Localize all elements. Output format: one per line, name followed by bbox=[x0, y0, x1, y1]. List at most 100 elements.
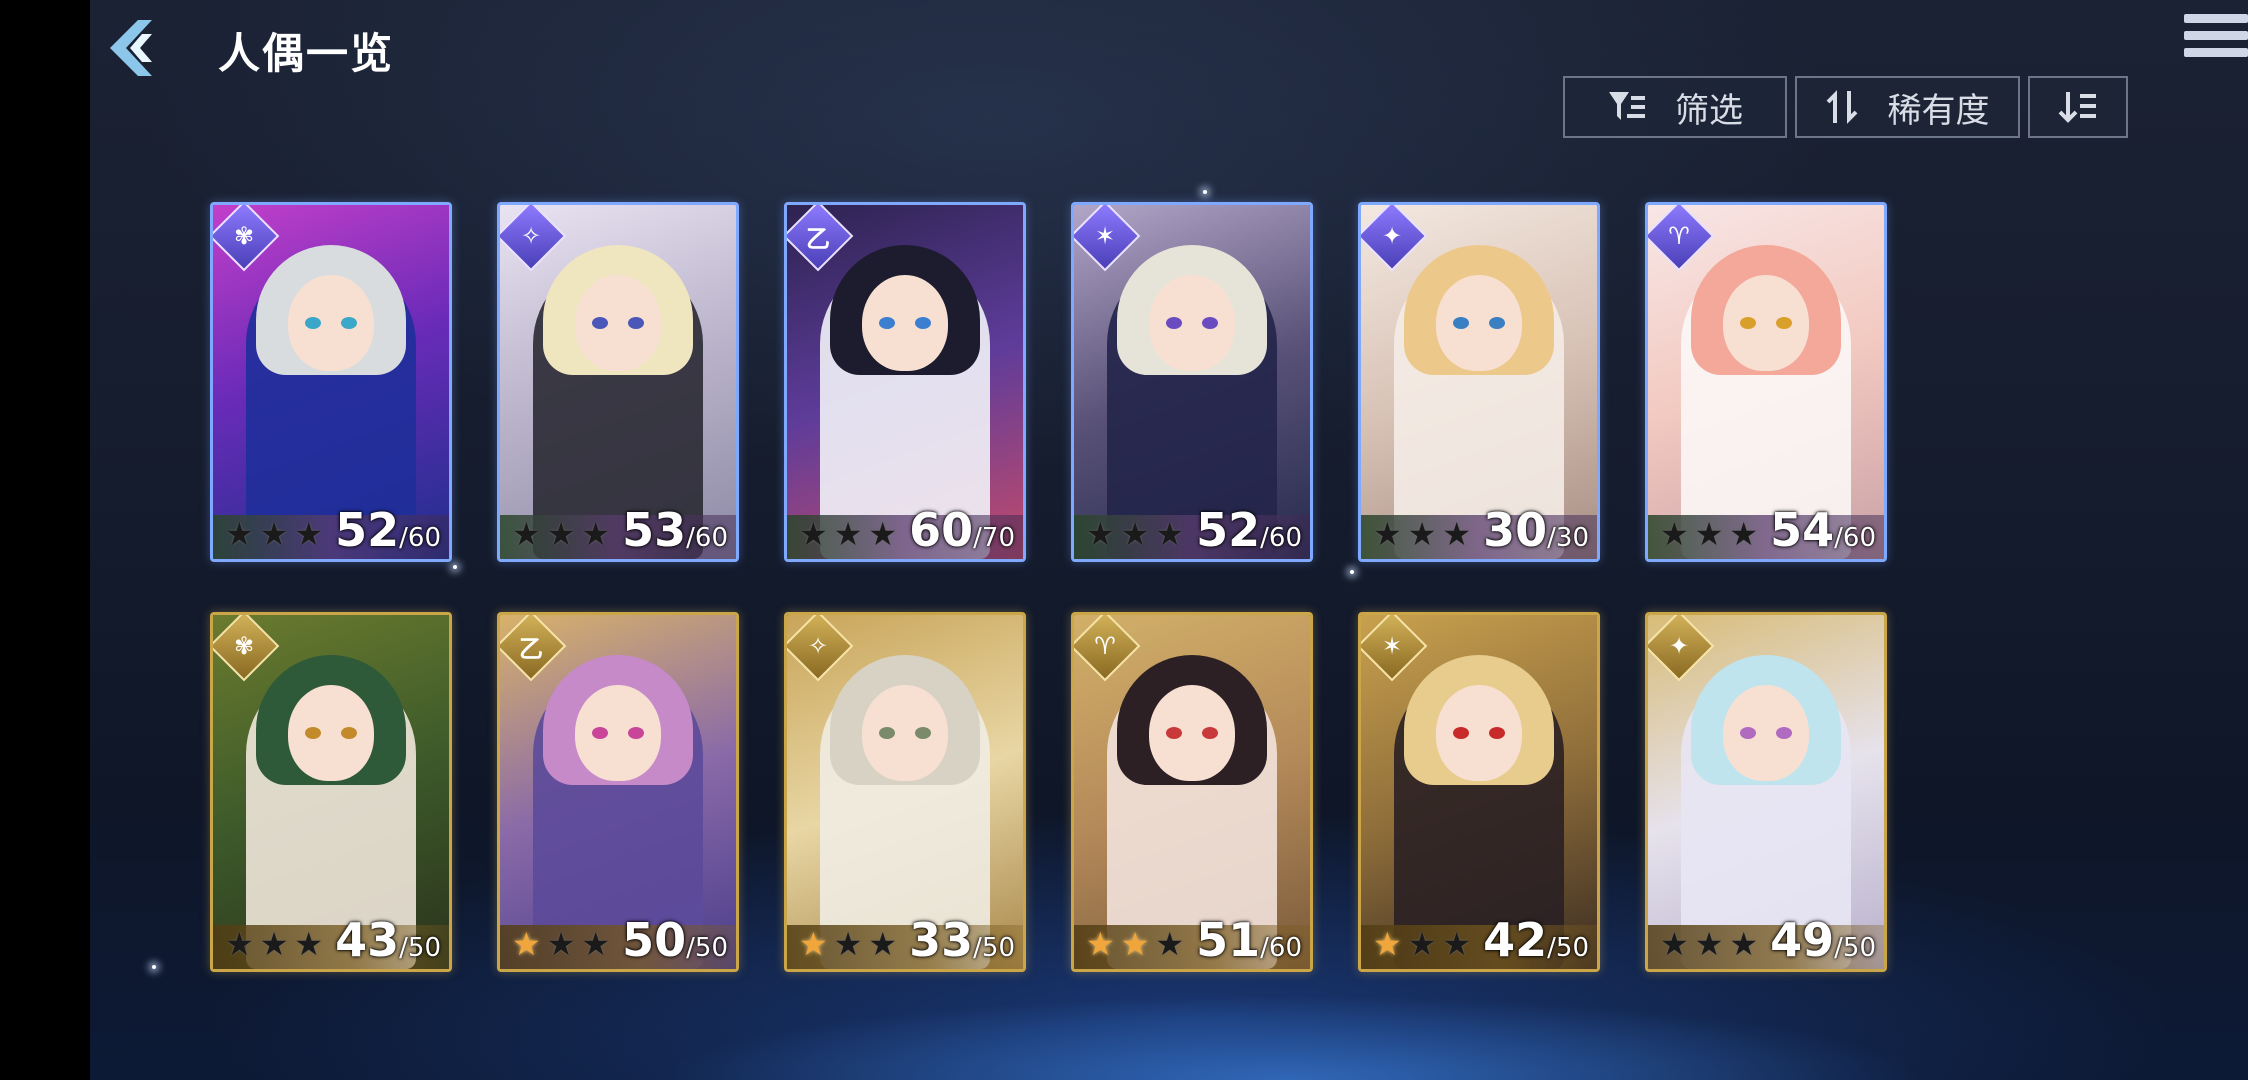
star-icon: ★ bbox=[833, 515, 869, 553]
star-icon: ★ bbox=[1120, 925, 1156, 963]
max-level: 60 bbox=[694, 523, 728, 553]
star-icon: ★ bbox=[512, 515, 547, 553]
star-icon: ★ bbox=[799, 515, 834, 553]
doll-card[interactable]: ✧ ★★★ 53/60 bbox=[497, 202, 739, 562]
star-rating: ★★★ bbox=[1373, 925, 1477, 963]
current-level: 52 bbox=[1196, 503, 1261, 557]
max-level: 30 bbox=[1555, 523, 1589, 553]
sparkle-effect bbox=[453, 565, 457, 569]
level-display: 52/60 bbox=[1196, 503, 1302, 557]
star-icon: ★ bbox=[225, 515, 260, 553]
level-display: 43/50 bbox=[335, 913, 441, 967]
current-level: 52 bbox=[335, 503, 400, 557]
star-icon: ★ bbox=[1660, 925, 1695, 963]
page-title: 人偶一览 bbox=[218, 29, 395, 78]
max-level: 50 bbox=[694, 933, 728, 963]
star-rating: ★★★ bbox=[512, 515, 616, 553]
star-icon: ★ bbox=[259, 925, 295, 963]
star-icon: ★ bbox=[1086, 925, 1121, 963]
current-level: 49 bbox=[1770, 913, 1835, 967]
star-icon: ★ bbox=[1373, 925, 1408, 963]
star-icon: ★ bbox=[1120, 515, 1156, 553]
star-rating: ★★★ bbox=[1373, 515, 1477, 553]
star-rating: ★★★ bbox=[225, 925, 329, 963]
level-display: 30/30 bbox=[1483, 503, 1589, 557]
star-rating: ★★★ bbox=[225, 515, 329, 553]
current-level: 51 bbox=[1196, 913, 1261, 967]
back-button[interactable] bbox=[98, 12, 170, 84]
sort-order-button[interactable] bbox=[2028, 76, 2128, 138]
level-display: 49/50 bbox=[1770, 913, 1876, 967]
doll-card[interactable]: ✶ ★★★ 52/60 bbox=[1071, 202, 1313, 562]
back-arrow-icon bbox=[110, 20, 152, 76]
sparkle-effect bbox=[1350, 570, 1354, 574]
sort-rarity-button[interactable]: 稀有度 bbox=[1795, 76, 2020, 138]
menu-line bbox=[2184, 14, 2248, 23]
max-level: 70 bbox=[981, 523, 1015, 553]
doll-card[interactable]: ✧ ★★★ 33/50 bbox=[784, 612, 1026, 972]
level-display: 42/50 bbox=[1483, 913, 1589, 967]
max-level: 50 bbox=[1842, 933, 1876, 963]
game-screen: 人偶一览 筛选 稀有度 ✾ ★★★ 52/60 ✧ ★★★ 53/60 乙 ★★★ 60/70 bbox=[90, 0, 2248, 1080]
star-rating: ★★★ bbox=[512, 925, 616, 963]
level-display: 51/60 bbox=[1196, 913, 1302, 967]
menu-line bbox=[2184, 48, 2248, 57]
max-level: 60 bbox=[1268, 933, 1302, 963]
menu-line bbox=[2184, 31, 2248, 40]
star-rating: ★★★ bbox=[799, 925, 903, 963]
star-icon: ★ bbox=[581, 925, 617, 963]
doll-card[interactable]: ✦ ★★★ 49/50 bbox=[1645, 612, 1887, 972]
max-level: 60 bbox=[1268, 523, 1302, 553]
star-icon: ★ bbox=[1729, 925, 1765, 963]
star-rating: ★★★ bbox=[1660, 515, 1764, 553]
current-level: 42 bbox=[1483, 913, 1548, 967]
star-icon: ★ bbox=[1086, 515, 1121, 553]
current-level: 43 bbox=[335, 913, 400, 967]
level-display: 54/60 bbox=[1770, 503, 1876, 557]
sparkle-effect bbox=[152, 965, 156, 969]
star-icon: ★ bbox=[868, 515, 904, 553]
level-display: 33/50 bbox=[909, 913, 1015, 967]
level-display: 60/70 bbox=[909, 503, 1015, 557]
sparkle-effect bbox=[1203, 190, 1207, 194]
star-icon: ★ bbox=[1407, 515, 1443, 553]
star-icon: ★ bbox=[1729, 515, 1765, 553]
star-icon: ★ bbox=[1442, 925, 1478, 963]
star-icon: ★ bbox=[1660, 515, 1695, 553]
star-icon: ★ bbox=[546, 515, 582, 553]
doll-card[interactable]: 乙 ★★★ 50/50 bbox=[497, 612, 739, 972]
star-rating: ★★★ bbox=[1086, 925, 1190, 963]
max-level: 50 bbox=[407, 933, 441, 963]
star-icon: ★ bbox=[259, 515, 295, 553]
doll-card[interactable]: 乙 ★★★ 60/70 bbox=[784, 202, 1026, 562]
current-level: 33 bbox=[909, 913, 974, 967]
filter-button[interactable]: 筛选 bbox=[1563, 76, 1787, 138]
star-icon: ★ bbox=[799, 925, 834, 963]
sort-descending-icon bbox=[2058, 92, 2096, 123]
doll-card[interactable]: ♈ ★★★ 51/60 bbox=[1071, 612, 1313, 972]
doll-card[interactable]: ✾ ★★★ 43/50 bbox=[210, 612, 452, 972]
level-display: 52/60 bbox=[335, 503, 441, 557]
doll-card[interactable]: ✾ ★★★ 52/60 bbox=[210, 202, 452, 562]
level-display: 50/50 bbox=[622, 913, 728, 967]
star-rating: ★★★ bbox=[1086, 515, 1190, 553]
star-icon: ★ bbox=[1155, 515, 1191, 553]
star-icon: ★ bbox=[1442, 515, 1478, 553]
filter-icon bbox=[1609, 92, 1645, 120]
doll-card[interactable]: ♈ ★★★ 54/60 bbox=[1645, 202, 1887, 562]
menu-button[interactable] bbox=[2184, 14, 2248, 70]
doll-card[interactable]: ✶ ★★★ 42/50 bbox=[1358, 612, 1600, 972]
star-icon: ★ bbox=[1155, 925, 1191, 963]
star-icon: ★ bbox=[225, 925, 260, 963]
star-icon: ★ bbox=[294, 515, 330, 553]
sort-label: 稀有度 bbox=[1887, 90, 1990, 131]
filter-label: 筛选 bbox=[1675, 90, 1743, 131]
max-level: 60 bbox=[407, 523, 441, 553]
star-icon: ★ bbox=[512, 925, 547, 963]
star-icon: ★ bbox=[868, 925, 904, 963]
max-level: 60 bbox=[1842, 523, 1876, 553]
star-icon: ★ bbox=[581, 515, 617, 553]
doll-card[interactable]: ✦ ★★★ 30/30 bbox=[1358, 202, 1600, 562]
star-icon: ★ bbox=[1694, 515, 1730, 553]
star-icon: ★ bbox=[1694, 925, 1730, 963]
